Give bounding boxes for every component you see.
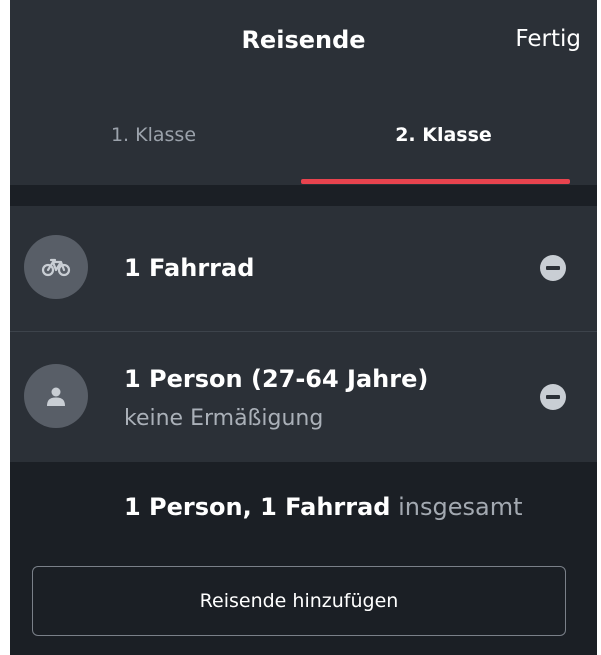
list-item-person: 1 Person (27-64 Jahre) keine Ermäßigung	[10, 332, 597, 462]
remove-person-button[interactable]	[540, 384, 566, 410]
page-title: Reisende	[241, 26, 366, 54]
header: Reisende Fertig 1. Klasse 2. Klasse	[10, 0, 597, 185]
summary-count: 1 Person, 1 Fahrrad	[124, 493, 391, 521]
remove-bicycle-button[interactable]	[540, 255, 566, 281]
done-button[interactable]: Fertig	[515, 26, 581, 52]
add-travelers-button[interactable]: Reisende hinzufügen	[32, 566, 566, 636]
selected-tab-indicator	[301, 179, 570, 184]
section-separator	[10, 185, 597, 206]
tab-first-class[interactable]: 1. Klasse	[10, 124, 297, 146]
tab-second-class[interactable]: 2. Klasse	[300, 124, 587, 146]
bicycle-count-label: 1 Fahrrad	[124, 254, 255, 282]
summary-suffix: insgesamt	[398, 493, 523, 521]
person-icon	[24, 364, 88, 428]
discount-label: keine Ermäßigung	[124, 406, 324, 431]
person-count-label: 1 Person (27-64 Jahre)	[124, 365, 429, 393]
bicycle-icon	[24, 235, 88, 299]
minus-icon	[546, 395, 560, 399]
list-item-bicycle: 1 Fahrrad	[10, 206, 597, 331]
minus-icon	[546, 266, 560, 270]
travelers-summary: 1 Person, 1 Fahrrad insgesamt	[124, 493, 523, 521]
travelers-screen: Reisende Fertig 1. Klasse 2. Klasse 1 Fa…	[10, 0, 597, 655]
